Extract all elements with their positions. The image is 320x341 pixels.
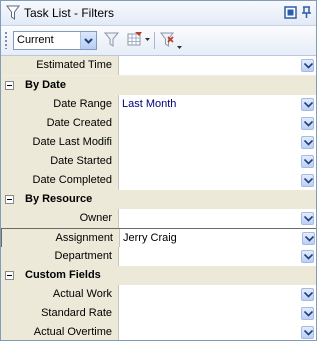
property-value[interactable] xyxy=(119,247,316,266)
property-label: Owner xyxy=(10,209,119,228)
chevron-down-icon[interactable] xyxy=(301,307,314,320)
category-title: By Resource xyxy=(25,193,93,205)
window-toggle-icon[interactable] xyxy=(284,6,297,19)
chevron-down-icon[interactable] xyxy=(301,212,314,225)
collapse-toggle-icon[interactable] xyxy=(5,271,14,280)
property-label: Date Last Modifi xyxy=(10,133,119,152)
property-value[interactable] xyxy=(119,304,316,323)
row-gutter xyxy=(1,114,10,133)
property-label-text: Owner xyxy=(79,212,112,224)
row-gutter xyxy=(1,304,10,323)
title-bar: Task List - Filters xyxy=(1,1,316,26)
property-label-text: Department xyxy=(54,250,112,262)
row-actual-work[interactable]: Actual Work xyxy=(1,285,316,305)
property-value[interactable]: Last Month xyxy=(119,95,316,114)
filter-select-value: Current xyxy=(17,34,54,46)
property-label: Date Started xyxy=(10,152,119,171)
chevron-down-icon[interactable] xyxy=(301,174,314,187)
collapse-toggle-icon[interactable] xyxy=(5,81,14,90)
chevron-down-icon[interactable] xyxy=(301,250,314,263)
pin-icon[interactable] xyxy=(300,6,313,19)
row-date-range[interactable]: Date Range Last Month xyxy=(1,95,316,115)
row-estimated-time[interactable]: Estimated Time xyxy=(1,56,316,76)
property-label-text: Standard Rate xyxy=(41,307,112,319)
chevron-down-icon[interactable] xyxy=(301,117,314,130)
category-by-resource[interactable]: By Resource xyxy=(1,190,316,210)
property-label: Estimated Time xyxy=(10,56,119,75)
chevron-down-icon[interactable] xyxy=(301,98,314,111)
property-label-text: Date Started xyxy=(50,155,112,167)
row-gutter xyxy=(1,171,10,190)
filter-select[interactable]: Current xyxy=(13,31,97,50)
toolbar-grip[interactable] xyxy=(5,32,7,49)
property-label: Actual Work xyxy=(10,285,119,304)
row-date-started[interactable]: Date Started xyxy=(1,152,316,172)
property-label-text: Date Created xyxy=(46,117,112,129)
row-gutter xyxy=(2,229,11,248)
property-label-text: Date Range xyxy=(53,98,112,110)
chevron-down-icon[interactable] xyxy=(301,288,314,301)
chevron-down-icon[interactable] xyxy=(301,155,314,168)
property-value-editor[interactable]: Jerry Craig xyxy=(120,229,316,248)
chevron-down-icon[interactable] xyxy=(302,232,315,245)
filter-icon xyxy=(6,5,20,21)
row-gutter xyxy=(1,209,10,228)
property-label: Actual Overtime xyxy=(10,323,119,340)
property-label: Assignment xyxy=(11,229,120,248)
property-value[interactable] xyxy=(119,171,316,190)
property-label-text: Actual Work xyxy=(52,288,112,300)
row-gutter xyxy=(1,247,10,266)
property-label: Date Range xyxy=(10,95,119,114)
clear-filter-icon[interactable] xyxy=(159,31,182,49)
property-value[interactable] xyxy=(119,56,316,75)
category-title: By Date xyxy=(25,79,66,91)
chevron-down-icon[interactable] xyxy=(80,32,96,49)
property-label: Department xyxy=(10,247,119,266)
property-label-text: Date Completed xyxy=(32,174,113,186)
property-grid: Estimated Time By Date Date Range Last M… xyxy=(1,56,316,340)
row-owner[interactable]: Owner xyxy=(1,209,316,229)
row-gutter xyxy=(1,95,10,114)
row-date-last-modified[interactable]: Date Last Modifi xyxy=(1,133,316,153)
row-gutter xyxy=(1,56,10,75)
chevron-down-icon[interactable] xyxy=(301,59,314,72)
row-gutter xyxy=(1,152,10,171)
chevron-down-icon[interactable] xyxy=(301,326,314,339)
property-value[interactable] xyxy=(119,114,316,133)
property-label: Standard Rate xyxy=(10,304,119,323)
property-value[interactable] xyxy=(119,209,316,228)
chevron-down-icon[interactable] xyxy=(301,136,314,149)
property-label: Date Created xyxy=(10,114,119,133)
toolbar: Current xyxy=(1,26,316,56)
property-label-text: Assignment xyxy=(55,232,113,244)
row-department[interactable]: Department xyxy=(1,247,316,267)
row-date-created[interactable]: Date Created xyxy=(1,114,316,134)
property-value[interactable] xyxy=(119,323,316,340)
row-gutter xyxy=(1,323,10,340)
property-value-text[interactable]: Jerry Craig xyxy=(123,232,177,244)
property-value-text: Last Month xyxy=(122,98,177,110)
row-assignment[interactable]: Assignment Jerry Craig xyxy=(1,228,316,248)
property-label-text: Actual Overtime xyxy=(33,326,112,338)
toolbar-separator xyxy=(154,32,155,49)
row-standard-rate[interactable]: Standard Rate xyxy=(1,304,316,324)
row-actual-overtime[interactable]: Actual Overtime xyxy=(1,323,316,340)
property-value[interactable] xyxy=(119,133,316,152)
collapse-toggle-icon[interactable] xyxy=(5,195,14,204)
category-custom-fields[interactable]: Custom Fields xyxy=(1,266,316,286)
property-label-text: Estimated Time xyxy=(36,59,112,71)
task-list-filters-panel: Task List - Filters Current Estimated Ti… xyxy=(0,0,317,341)
row-gutter xyxy=(1,133,10,152)
category-by-date[interactable]: By Date xyxy=(1,76,316,96)
property-label-text: Date Last Modifi xyxy=(32,136,112,148)
row-gutter xyxy=(1,285,10,304)
window-title: Task List - Filters xyxy=(24,6,115,20)
property-value[interactable] xyxy=(119,285,316,304)
property-label: Date Completed xyxy=(10,171,119,190)
row-date-completed[interactable]: Date Completed xyxy=(1,171,316,191)
category-title: Custom Fields xyxy=(25,269,101,281)
filter-dropdown-icon[interactable] xyxy=(126,31,150,49)
property-value[interactable] xyxy=(119,152,316,171)
filter-funnel-icon[interactable] xyxy=(102,31,122,49)
